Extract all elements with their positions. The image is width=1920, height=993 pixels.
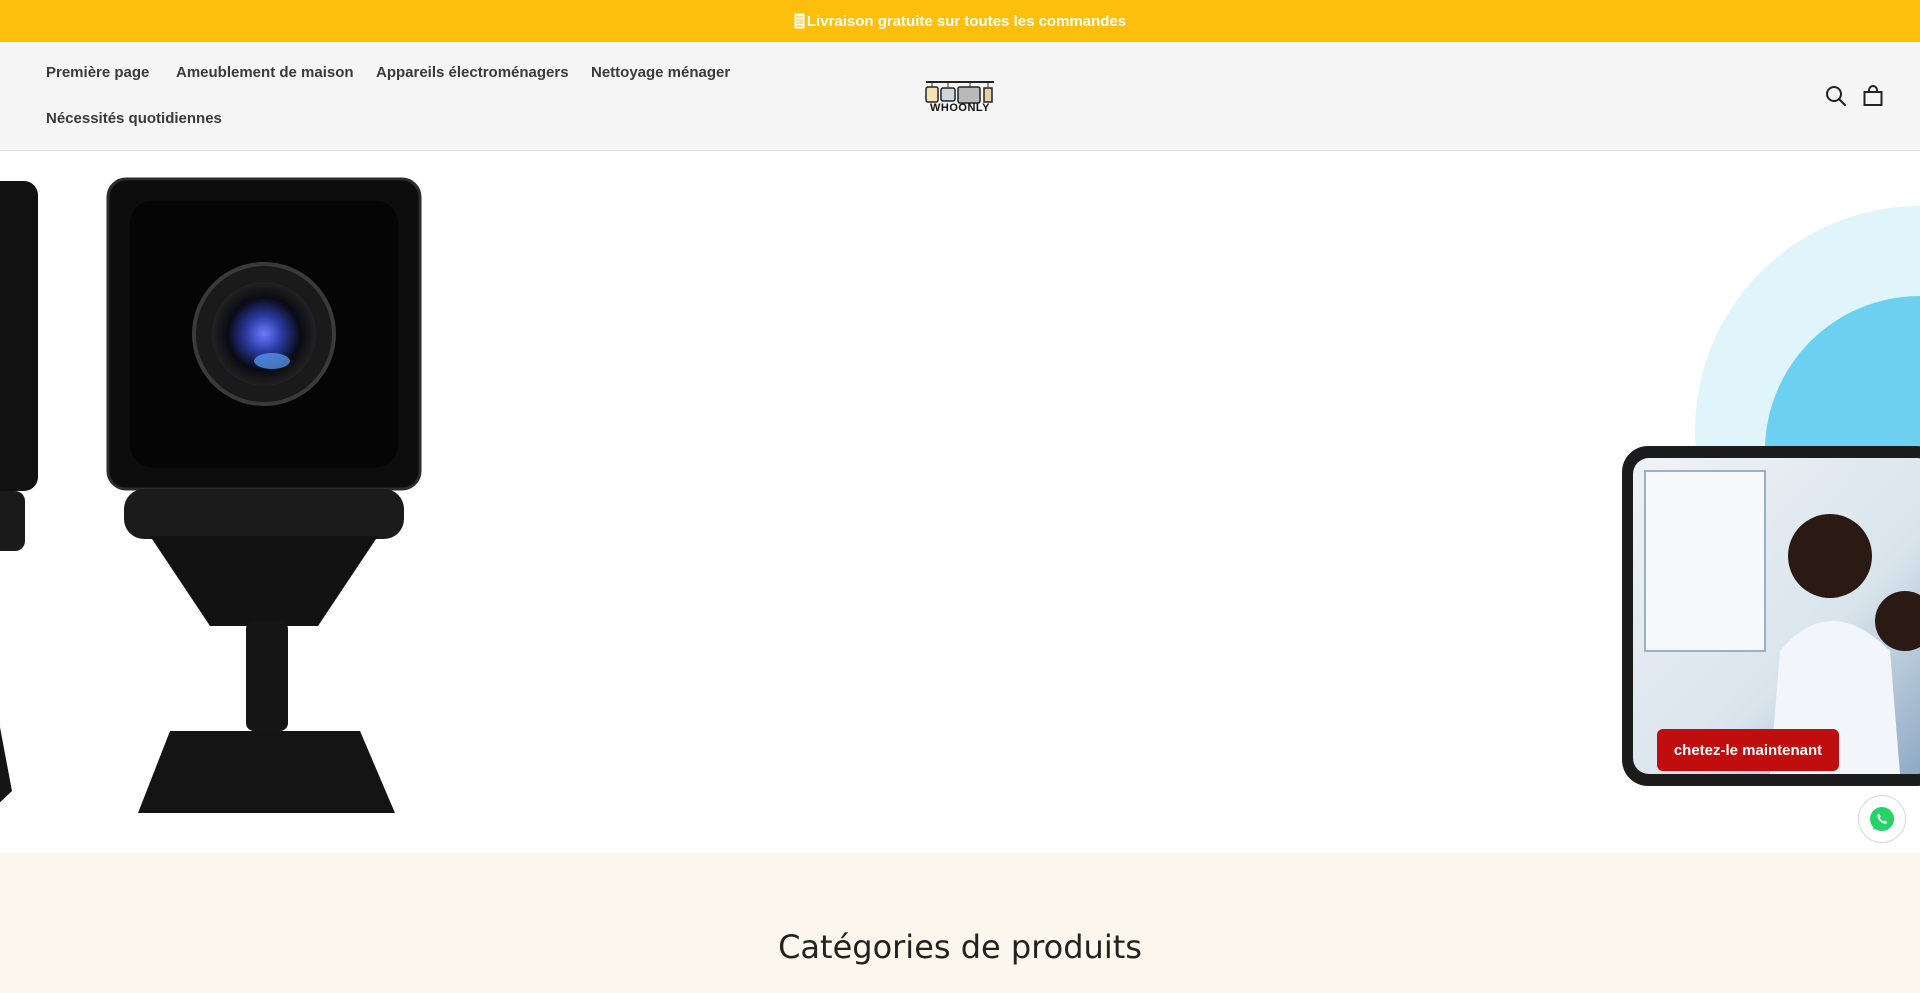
nav-item-electromenagers[interactable]: Appareils électroménagers [376, 64, 569, 81]
nav-item-necessites[interactable]: Nécessités quotidiennes [46, 110, 222, 127]
shopping-bag-icon[interactable] [1861, 84, 1885, 108]
whatsapp-chat-button[interactable] [1858, 795, 1906, 843]
hero-banner [0, 151, 1920, 853]
logo-text: WHOONLY [930, 102, 990, 114]
nav-item-premiere-page[interactable]: Première page [46, 64, 149, 81]
site-header: Première page Ameublement de maison Appa… [0, 42, 1920, 151]
search-icon[interactable] [1824, 84, 1848, 108]
announcement-bar: Livraison gratuite sur toutes les comman… [0, 0, 1920, 42]
categories-section: Catégories de produits [0, 853, 1920, 993]
hero-image[interactable] [0, 151, 1920, 853]
nav-item-ameublement[interactable]: Ameublement de maison [176, 64, 354, 81]
announcement-text: Livraison gratuite sur toutes les comman… [806, 12, 1127, 30]
nav-item-nettoyage[interactable]: Nettoyage ménager [591, 64, 730, 81]
categories-title: Catégories de produits [778, 928, 1142, 966]
whatsapp-icon [1870, 807, 1894, 831]
receipt-icon [794, 13, 805, 29]
buy-now-button[interactable]: chetez-le maintenant [1657, 729, 1839, 771]
